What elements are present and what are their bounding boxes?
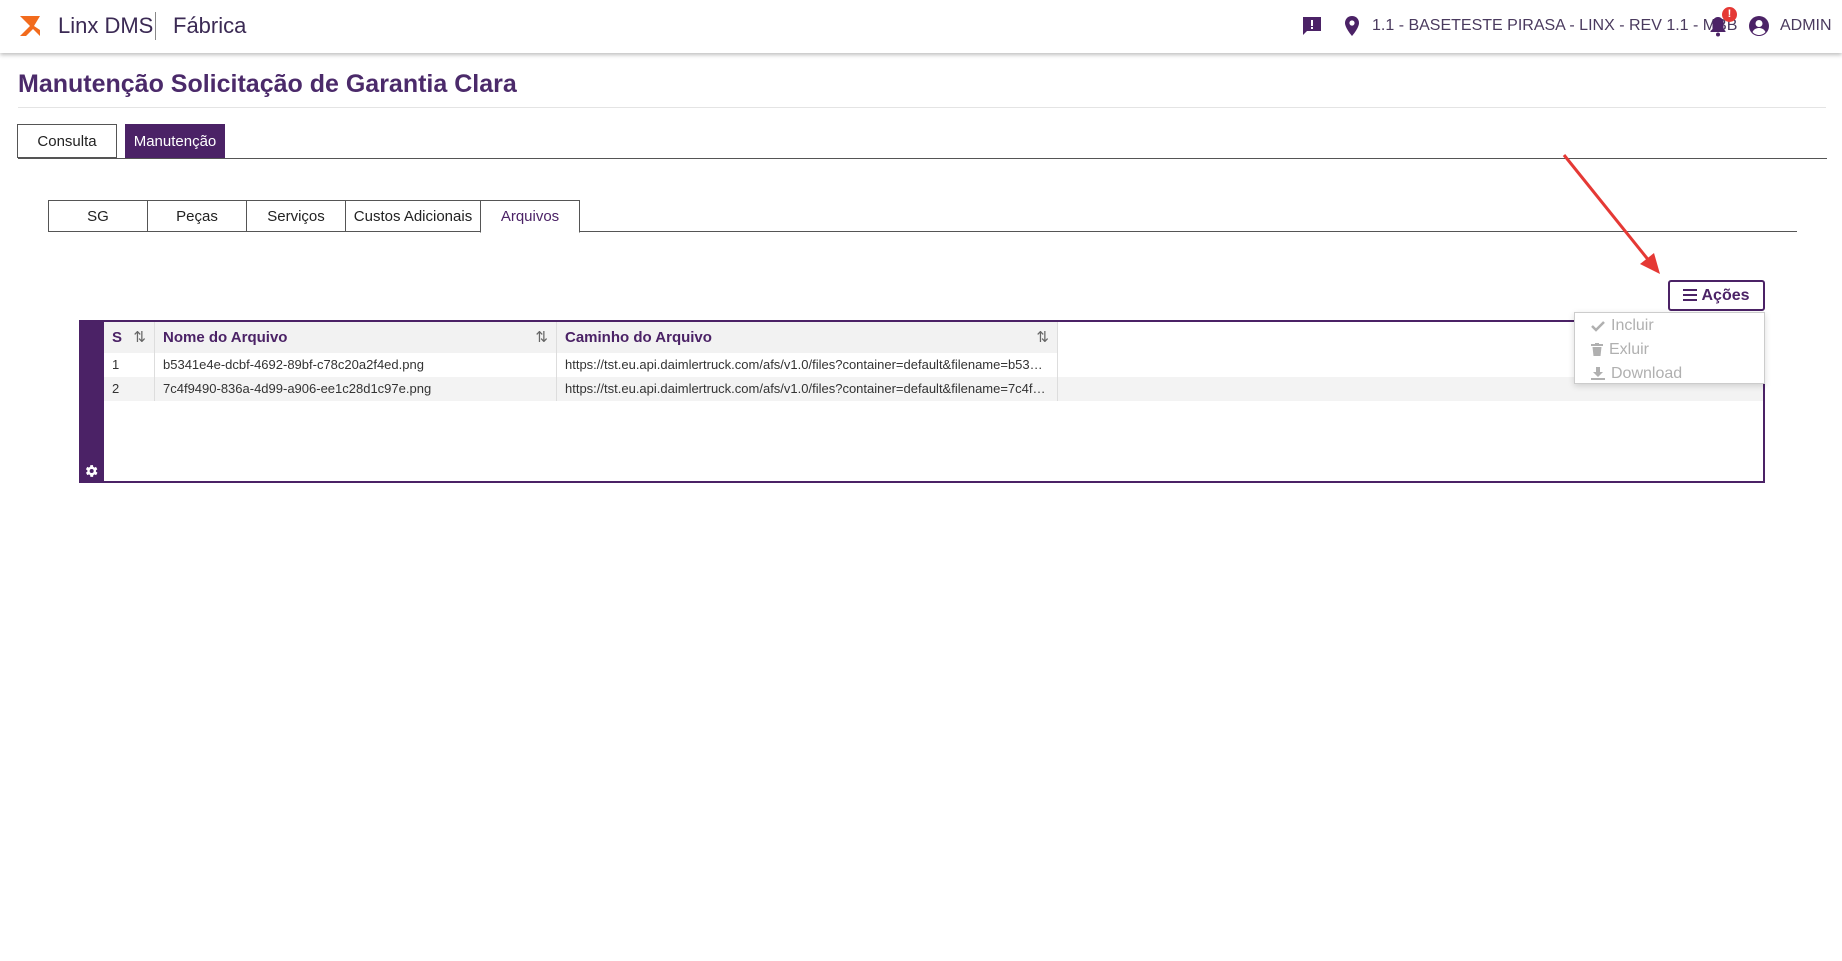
- notification-badge: !: [1722, 7, 1737, 22]
- cell-nome-do-arquivo: 7c4f9490-836a-4d99-a906-ee1c28d1c97e.png: [155, 377, 557, 401]
- module-name: Fábrica: [173, 13, 247, 38]
- brand-divider: [155, 12, 156, 40]
- subtab-custos-adicionais[interactable]: Custos Adicionais: [345, 200, 481, 232]
- menu-item-incluir[interactable]: Incluir: [1591, 317, 1654, 339]
- gear-icon[interactable]: [83, 463, 99, 479]
- cell-nome-do-arquivo: b5341e4e-dcbf-4692-89bf-c78c20a2f4ed.png: [155, 353, 557, 377]
- download-icon: [1591, 367, 1605, 380]
- trash-icon: [1591, 343, 1603, 356]
- tab-manutencao[interactable]: Manutenção: [125, 124, 225, 158]
- location-pin-icon[interactable]: [1340, 14, 1364, 38]
- top-bar: Linx DMS Fábrica 1.1 - BASETESTE PIRASA …: [0, 0, 1842, 53]
- page-title: Manutenção Solicitação de Garantia Clara: [18, 70, 517, 98]
- sort-icon[interactable]: ⇅: [133, 322, 146, 353]
- cell-s: 1: [104, 353, 155, 377]
- linx-logo-icon[interactable]: [16, 12, 44, 40]
- cell-s: 2: [104, 377, 155, 401]
- menu-item-exluir[interactable]: Exluir: [1591, 341, 1649, 363]
- column-header-nome-do-arquivo[interactable]: Nome do Arquivo ⇅: [155, 322, 557, 353]
- grid-side-bar: [79, 320, 104, 483]
- brand-name[interactable]: Linx DMS: [58, 13, 153, 39]
- column-header-s[interactable]: S ⇅: [104, 322, 155, 353]
- feedback-icon[interactable]: [1300, 14, 1324, 38]
- menu-item-download[interactable]: Download: [1591, 365, 1682, 387]
- subtab-arquivos[interactable]: Arquivos: [480, 200, 580, 233]
- store-selector[interactable]: 1.1 - BASETESTE PIRASA - LINX - REV 1.1 …: [1372, 17, 1737, 35]
- title-divider: [18, 107, 1826, 108]
- tab-consulta[interactable]: Consulta: [17, 124, 117, 158]
- sort-icon[interactable]: ⇅: [535, 322, 548, 353]
- column-header-caminho-do-arquivo[interactable]: Caminho do Arquivo ⇅: [557, 322, 1058, 353]
- subtab-servicos[interactable]: Serviços: [246, 200, 346, 232]
- subtab-sg[interactable]: SG: [48, 200, 148, 232]
- sort-icon[interactable]: ⇅: [1036, 322, 1049, 353]
- user-name[interactable]: ADMIN: [1780, 17, 1832, 35]
- cell-caminho-do-arquivo: https://tst.eu.api.daimlertruck.com/afs/…: [557, 353, 1058, 377]
- cell-caminho-do-arquivo: https://tst.eu.api.daimlertruck.com/afs/…: [557, 377, 1058, 401]
- subtab-pecas[interactable]: Peças: [147, 200, 247, 232]
- menu-icon: [1683, 289, 1698, 301]
- account-circle-icon[interactable]: [1747, 14, 1771, 38]
- tabbar-line: [18, 158, 1827, 159]
- acoes-menu: Incluir Exluir Download: [1574, 312, 1765, 384]
- acoes-button[interactable]: Ações: [1668, 280, 1765, 311]
- check-icon: [1591, 321, 1605, 332]
